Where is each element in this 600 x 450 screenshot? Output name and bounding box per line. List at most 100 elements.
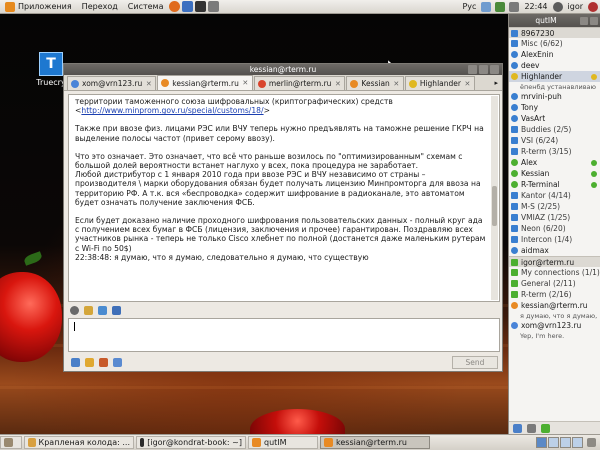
contact-row[interactable]: Tony [509,102,600,113]
group-row[interactable]: VMIAZ (1/25) [509,212,600,223]
group-row[interactable]: R-term (2/16) [509,289,600,300]
keyboard-layout-indicator[interactable]: Рус [459,2,479,11]
contact-row[interactable]: kessian@rterm.ru [509,300,600,311]
group-expand-icon [511,40,518,47]
desktop-icon-truecrypt[interactable]: T Truecry [36,52,66,87]
contact-row[interactable]: Alex [509,157,600,168]
row-label: Tony [521,103,539,112]
row-label: M-S (2/25) [521,202,561,211]
row-label: deev [521,61,540,70]
group-row[interactable]: General (2/11) [509,278,600,289]
scrollbar-thumb[interactable] [492,186,497,226]
tab-label: merlin@rterm.ru [268,79,332,88]
close-icon[interactable] [590,16,598,25]
close-tab-icon[interactable]: ✕ [334,80,341,88]
translit-icon[interactable] [113,358,122,367]
taskbar-button[interactable]: kessian@rterm.ru [320,436,430,449]
group-row[interactable]: VSI (6/24) [509,135,600,146]
maximize-icon[interactable] [479,65,488,74]
contact-row[interactable]: VasArt [509,113,600,124]
show-offline-icon[interactable] [527,423,536,433]
group-row[interactable]: Neon (6/20) [509,223,600,234]
tab-xom[interactable]: xom@vrn123.ru ✕ [67,76,157,90]
message-input[interactable] [68,318,500,352]
tab-highlander[interactable]: Highlander ✕ [404,76,475,90]
group-row[interactable]: Buddies (2/5) [509,124,600,135]
contact-row[interactable]: Highlander [509,71,600,82]
close-icon[interactable] [490,65,499,74]
battery-icon[interactable] [495,1,506,12]
send-file-icon[interactable] [99,358,108,367]
group-row[interactable]: M-S (2/25) [509,201,600,212]
group-row[interactable]: My connections (1/1) [509,267,600,278]
workspace-1[interactable] [536,437,547,448]
row-label: General (2/11) [521,279,576,288]
contact-row[interactable]: xom@vrn123.ru [509,320,600,331]
help-launcher-icon[interactable] [208,1,220,12]
contact-row[interactable]: AlexEnin [509,49,600,60]
group-expand-icon [511,280,518,287]
workspace-2[interactable] [548,437,559,448]
firefox-launcher-icon[interactable] [169,1,181,12]
close-tab-icon[interactable]: ✕ [145,80,152,88]
group-row[interactable]: R-term (3/15) [509,146,600,157]
account-row[interactable]: igor@rterm.ru [509,256,600,267]
contact-row[interactable]: R-Terminal [509,179,600,190]
chat-log[interactable]: территории таможенного союза шифровальны… [68,94,500,302]
contact-list-titlebar[interactable]: qutIM [509,14,600,27]
tab-kessian[interactable]: Kessian ✕ [346,76,404,90]
group-row[interactable]: Intercon (1/4) [509,234,600,245]
taskbar-button[interactable]: qutIM [248,436,318,449]
close-tab-icon[interactable]: ✕ [242,79,249,87]
folder-icon[interactable] [84,305,93,315]
quote-icon[interactable] [71,358,80,367]
email-launcher-icon[interactable] [182,1,194,12]
contact-row[interactable]: aidmax [509,245,600,256]
minimize-icon[interactable] [580,16,588,25]
power-icon[interactable] [588,1,598,12]
history-icon[interactable] [70,305,79,315]
send-button[interactable]: Send [452,356,498,369]
main-menu-icon[interactable] [513,423,522,433]
group-row[interactable]: Kantor (4/14) [509,190,600,201]
save-icon[interactable] [112,305,121,315]
row-label: AlexEnin [521,50,554,59]
status-icon [511,181,518,188]
contact-row[interactable]: Kessian [509,168,600,179]
emoticons-icon[interactable] [85,358,94,367]
customs-link[interactable]: http://www.minprom.gov.ru/special/custom… [81,106,263,115]
contact-row[interactable]: mrvini-puh [509,91,600,102]
menu-system[interactable]: Система [123,2,169,11]
close-tab-icon[interactable]: ✕ [393,80,400,88]
menu-places[interactable]: Переход [77,2,123,11]
tab-scroll-arrow-icon[interactable]: ▸ [494,79,498,87]
tab-merlin[interactable]: merlin@rterm.ru ✕ [253,76,346,90]
show-desktop-button[interactable] [0,436,22,449]
apple-graphic [0,272,62,362]
status-icon[interactable] [541,423,550,433]
user-name[interactable]: igor [565,2,586,11]
contact-row[interactable]: deev [509,60,600,71]
trash-icon[interactable] [587,438,596,447]
group-row[interactable]: Misc (6/62) [509,38,600,49]
chat-window-titlebar[interactable]: kessian@rterm.ru [64,64,502,75]
chat-log-scrollbar[interactable] [491,96,498,300]
taskbar-button-label: qutIM [264,438,287,447]
terminal-launcher-icon[interactable] [195,1,207,12]
volume-icon[interactable] [509,1,520,12]
contact-status-icon [161,79,170,87]
account-row[interactable]: 8967230 [509,27,600,38]
workspace-3[interactable] [560,437,571,448]
menu-applications[interactable]: Приложения [0,1,77,12]
close-tab-icon[interactable]: ✕ [464,80,471,88]
taskbar-button[interactable]: Крапленая колода: ... [24,436,134,449]
network-icon[interactable] [481,1,492,12]
workspace-4[interactable] [572,437,583,448]
info-icon[interactable] [98,305,107,315]
minimize-icon[interactable] [468,65,477,74]
top-panel: Приложения Переход Система Рус 22:44 igo… [0,0,600,14]
taskbar-button[interactable]: [igor@kondrat-book: ~] [136,436,246,449]
tab-kessian-rterm[interactable]: kessian@rterm.ru ✕ [157,75,253,90]
clock[interactable]: 22:44 [521,2,550,11]
client-icon [591,73,597,80]
